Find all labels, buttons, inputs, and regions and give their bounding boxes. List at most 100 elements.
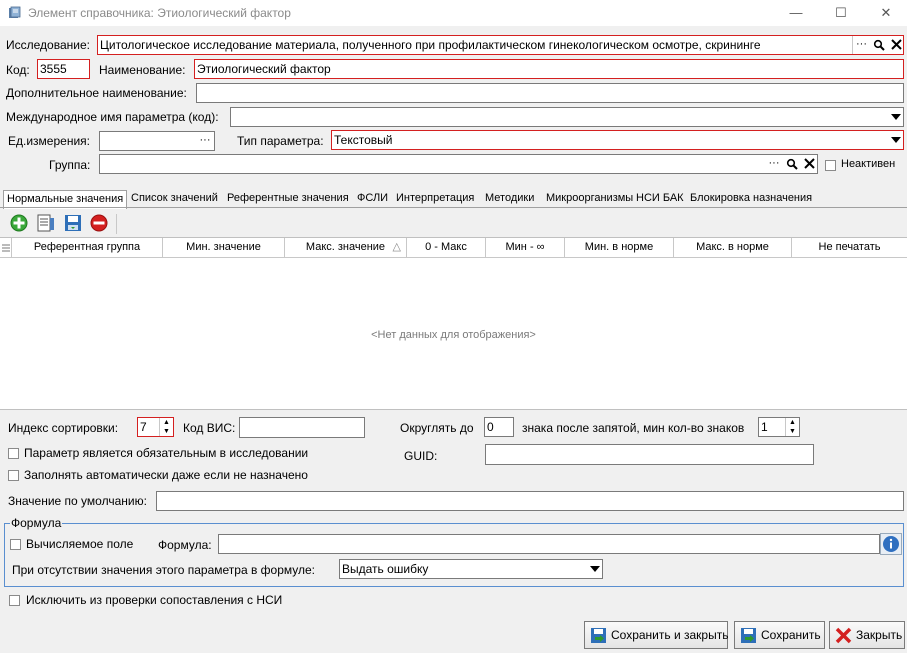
spin-down-icon[interactable]: ▼	[786, 427, 799, 436]
column-header-label: Макс. значение	[305, 241, 386, 253]
default-value-field[interactable]	[156, 491, 904, 511]
vis-code-field[interactable]	[239, 417, 365, 438]
column-header[interactable]: Референтная группа	[12, 238, 163, 258]
add-icon[interactable]	[9, 213, 31, 235]
empty-grid-message: <Нет данных для отображения>	[371, 329, 536, 341]
missing-value-dropdown[interactable]: Выдать ошибку	[339, 559, 603, 579]
tab-nsi-bak[interactable]: НСИ БАК	[633, 190, 687, 208]
missing-value-selected: Выдать ошибку	[342, 562, 429, 576]
unit-label: Ед.измерения:	[8, 134, 90, 148]
close-button[interactable]: Закрыть	[829, 621, 905, 649]
formula-info-button[interactable]	[880, 533, 902, 555]
computed-field-label: Вычисляемое поле	[26, 537, 134, 551]
save-icon	[741, 628, 756, 643]
chevron-down-icon[interactable]	[891, 137, 901, 143]
research-value: Цитологическое исследование материала, п…	[100, 38, 761, 52]
search-icon[interactable]	[870, 36, 888, 54]
guid-field[interactable]	[485, 444, 814, 465]
toolbar-separator	[116, 214, 117, 234]
research-field[interactable]: Цитологическое исследование материала, п…	[97, 35, 904, 55]
search-icon[interactable]	[783, 155, 801, 173]
param-type-label: Тип параметра:	[237, 134, 324, 148]
maximize-button[interactable]: ☐	[818, 0, 864, 26]
column-header[interactable]: Мин - ∞	[486, 238, 565, 258]
tab-block-assignment[interactable]: Блокировка назначения	[687, 190, 815, 208]
default-value-label: Значение по умолчанию:	[8, 494, 147, 508]
spin-down-icon[interactable]: ▼	[160, 427, 173, 436]
save-close-icon	[591, 628, 606, 643]
formula-legend: Формула	[10, 516, 63, 530]
column-header[interactable]: Мин. в норме	[565, 238, 674, 258]
dialog-window: Элемент справочника: Этиологический факт…	[0, 0, 907, 653]
title-bar: Элемент справочника: Этиологический факт…	[0, 0, 907, 26]
edit-list-icon[interactable]	[36, 213, 58, 235]
spin-up-icon[interactable]: ▲	[160, 418, 173, 427]
code-value: 3555	[40, 62, 67, 76]
minimize-button[interactable]: —	[773, 0, 819, 26]
save-button[interactable]: Сохранить	[734, 621, 825, 649]
intl-name-label: Международное имя параметра (код):	[6, 110, 219, 124]
clear-icon[interactable]	[887, 36, 905, 54]
delete-icon[interactable]	[89, 213, 111, 235]
close-window-button[interactable]: ✕	[863, 0, 907, 26]
chevron-down-icon[interactable]	[590, 566, 600, 572]
spin-up-icon[interactable]: ▲	[786, 418, 799, 427]
column-header[interactable]: Макс. значение △	[285, 238, 407, 258]
name-field[interactable]: Этиологический фактор	[194, 59, 904, 79]
chevron-down-icon[interactable]	[891, 114, 901, 120]
tab-reference-values[interactable]: Референтные значения	[224, 190, 352, 208]
formula-field[interactable]	[218, 534, 880, 554]
tab-values-list[interactable]: Список значений	[128, 190, 221, 208]
tab-interpretation[interactable]: Интерпретация	[393, 190, 477, 208]
spinner-buttons[interactable]: ▲ ▼	[159, 418, 173, 436]
ellipsis-icon[interactable]: ···	[852, 36, 870, 54]
save-disk-icon[interactable]	[63, 213, 85, 235]
autofill-label: Заполнять автоматически даже если не наз…	[24, 468, 308, 482]
code-field[interactable]: 3555	[37, 59, 90, 79]
ellipsis-icon[interactable]: ···	[196, 132, 214, 150]
column-header[interactable]: 0 - Макс	[407, 238, 486, 258]
guid-label: GUID:	[404, 449, 438, 463]
code-label: Код:	[6, 63, 30, 77]
normal-values-grid[interactable]: Референтная группа Мин. значение Макс. з…	[0, 237, 907, 410]
close-label: Закрыть	[856, 628, 903, 642]
tab-fsli[interactable]: ФСЛИ	[354, 190, 391, 208]
computed-field-checkbox[interactable]	[10, 539, 21, 550]
spinner-buttons[interactable]: ▲ ▼	[785, 418, 799, 436]
formula-label: Формула:	[158, 538, 212, 552]
sort-index-label: Индекс сортировки:	[8, 421, 119, 435]
save-label: Сохранить	[761, 628, 821, 642]
extra-name-field[interactable]	[196, 83, 904, 103]
group-field[interactable]: ···	[99, 154, 818, 174]
round-field[interactable]: 0	[484, 417, 514, 437]
decimals-spinner[interactable]: 1 ▲ ▼	[758, 417, 800, 437]
missing-value-label: При отсутствии значения этого параметра …	[12, 563, 316, 577]
research-label: Исследование:	[6, 38, 90, 52]
sort-index-spinner[interactable]: 7 ▲ ▼	[137, 417, 174, 437]
exclude-nsi-checkbox[interactable]	[9, 595, 20, 606]
unit-field[interactable]: ···	[99, 131, 215, 151]
close-x-icon	[835, 627, 852, 644]
grid-row-indicator[interactable]	[0, 238, 12, 258]
tab-methods[interactable]: Методики	[482, 190, 537, 208]
vis-code-label: Код ВИС:	[183, 421, 236, 435]
mandatory-label: Параметр является обязательным в исследо…	[24, 446, 309, 460]
column-header[interactable]: Мин. значение	[163, 238, 285, 258]
tab-microorganisms[interactable]: Микроорганизмы	[543, 190, 636, 208]
autofill-checkbox[interactable]	[8, 470, 19, 481]
name-label: Наименование:	[99, 63, 186, 77]
window-title: Элемент справочника: Этиологический факт…	[28, 6, 291, 20]
sort-index-value: 7	[140, 420, 147, 434]
column-header[interactable]: Макс. в норме	[674, 238, 792, 258]
inactive-checkbox[interactable]	[825, 160, 836, 171]
decimals-value: 1	[761, 420, 768, 434]
column-header[interactable]: Не печатать	[792, 238, 907, 258]
param-type-dropdown[interactable]: Текстовый	[331, 130, 904, 150]
ellipsis-icon[interactable]: ···	[765, 155, 783, 173]
mandatory-checkbox[interactable]	[8, 448, 19, 459]
save-and-close-button[interactable]: Сохранить и закрыть	[584, 621, 728, 649]
info-icon	[883, 536, 899, 552]
intl-name-dropdown[interactable]	[230, 107, 904, 127]
save-and-close-label: Сохранить и закрыть	[611, 628, 729, 642]
clear-icon[interactable]	[800, 155, 818, 173]
